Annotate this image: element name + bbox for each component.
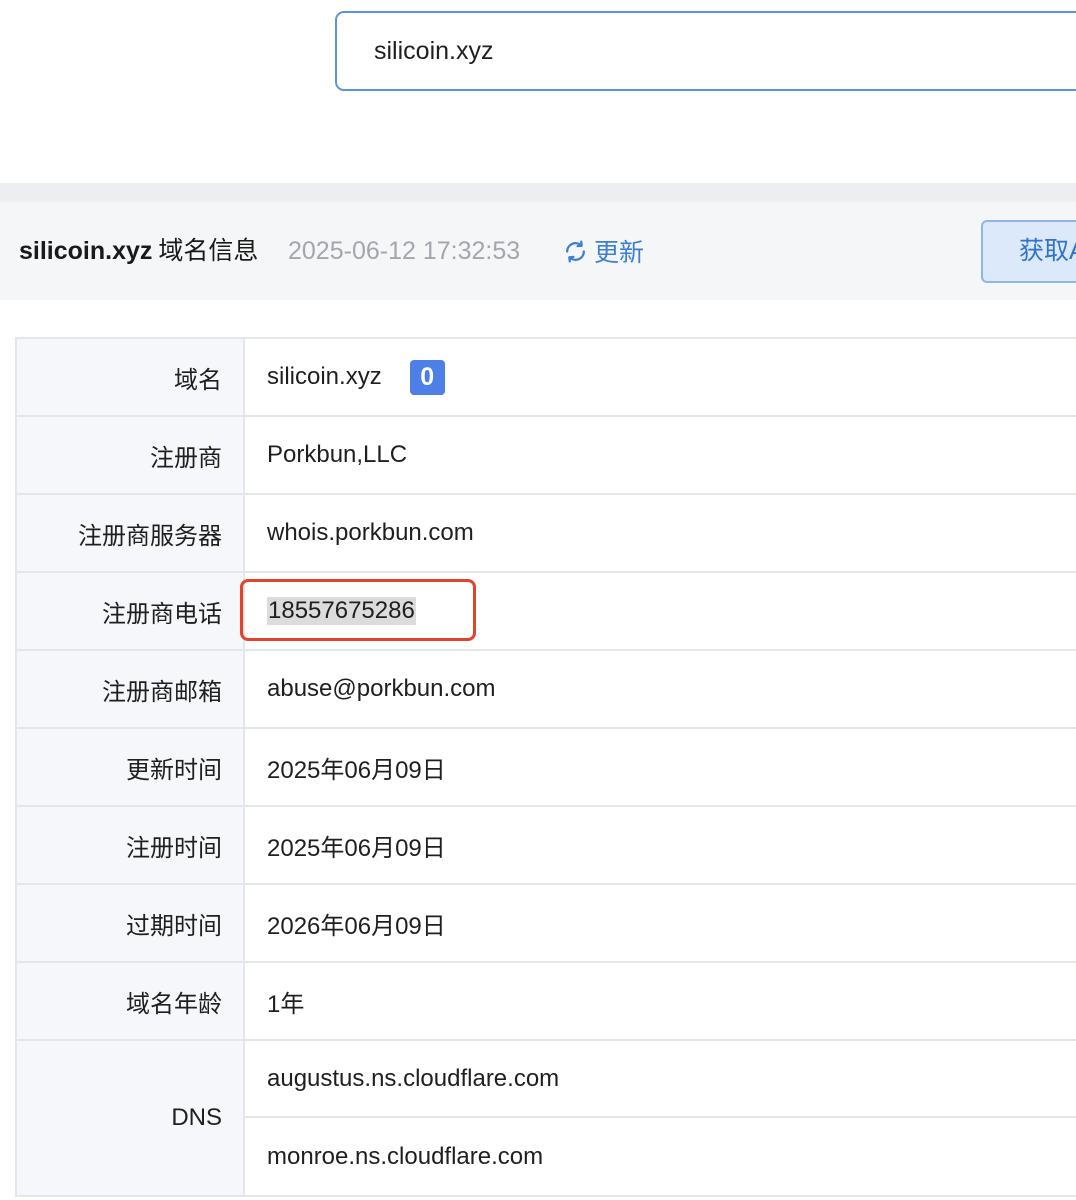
row-label: 域名	[17, 339, 245, 415]
table-row: 注册商 Porkbun,LLC	[17, 417, 1076, 495]
info-title-suffix: 域名信息	[158, 237, 259, 265]
row-value: 18557675286	[240, 573, 1076, 649]
highlight-annotation	[240, 579, 476, 641]
table-row-dns: DNS augustus.ns.cloudflare.com monroe.ns…	[17, 1041, 1076, 1197]
search-input[interactable]	[374, 13, 1054, 89]
dns-list: augustus.ns.cloudflare.com monroe.ns.clo…	[245, 1041, 1076, 1195]
search-box[interactable]	[335, 11, 1076, 91]
section-divider	[0, 183, 1076, 202]
table-row: 注册商电话 18557675286	[17, 573, 1076, 651]
dns-server: monroe.ns.cloudflare.com	[267, 1142, 544, 1170]
info-header: silicoin.xyz 域名信息 2025-06-12 17:32:53 更新 …	[0, 202, 1076, 300]
row-label: 更新时间	[17, 729, 245, 805]
registrar-email-value: abuse@porkbun.com	[267, 675, 496, 702]
expiry-date-value: 2026年06月09日	[267, 912, 446, 940]
row-label: 过期时间	[17, 885, 245, 961]
registrar-server-value: whois.porkbun.com	[267, 519, 474, 546]
info-title-domain: silicoin.xyz	[19, 237, 153, 265]
row-label: 注册商服务器	[17, 495, 245, 571]
table-row: 域名年龄 1年	[17, 963, 1076, 1041]
row-value: silicoin.xyz 0	[245, 339, 1076, 415]
table-row: 更新时间 2025年06月09日	[17, 729, 1076, 807]
table-row: 注册商邮箱 abuse@porkbun.com	[17, 651, 1076, 729]
table-row: 注册商服务器 whois.porkbun.com	[17, 495, 1076, 573]
row-label: 注册商电话	[17, 573, 245, 649]
refresh-icon	[566, 239, 585, 263]
table-row: 过期时间 2026年06月09日	[17, 885, 1076, 963]
row-label: 注册时间	[17, 807, 245, 883]
registrar-value: Porkbun,LLC	[267, 441, 408, 468]
row-label: 注册商	[17, 417, 245, 493]
fetch-button[interactable]: 获取A	[981, 220, 1076, 283]
query-timestamp: 2025-06-12 17:32:53	[288, 237, 521, 265]
row-label: 域名年龄	[17, 963, 245, 1039]
updated-date-value: 2025年06月09日	[267, 756, 446, 784]
info-title: silicoin.xyz 域名信息	[19, 235, 258, 267]
domain-value: silicoin.xyz	[267, 363, 382, 390]
refresh-button[interactable]: 更新	[563, 235, 644, 267]
count-badge[interactable]: 0	[409, 359, 445, 395]
refresh-label: 更新	[594, 239, 645, 267]
whois-detail-table: 域名 silicoin.xyz 0 注册商 Porkbun,LLC 注册商服务器…	[15, 337, 1076, 1197]
dns-server: augustus.ns.cloudflare.com	[245, 1041, 1076, 1119]
table-row: 域名 silicoin.xyz 0	[17, 339, 1076, 417]
row-label: 注册商邮箱	[17, 651, 245, 727]
table-row: 注册时间 2025年06月09日	[17, 807, 1076, 885]
domain-age-value: 1年	[267, 990, 305, 1018]
row-label: DNS	[17, 1041, 245, 1195]
registered-date-value: 2025年06月09日	[267, 834, 446, 862]
